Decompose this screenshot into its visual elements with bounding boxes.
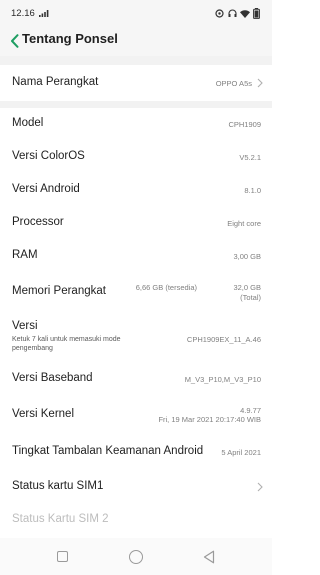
row-device-name[interactable]: Nama Perangkat OPPO A5s <box>0 65 272 101</box>
row-android-version: Versi Android 8.1.0 <box>0 174 272 207</box>
device-name-value: OPPO A5s <box>215 79 252 88</box>
storage-total-caption: (Total) <box>240 293 261 302</box>
circle-icon[interactable] <box>129 550 143 564</box>
square-icon[interactable] <box>57 551 68 562</box>
data-saver-icon <box>215 9 224 18</box>
chevron-right-icon <box>257 78 263 88</box>
title-bar: Tentang Ponsel <box>0 26 272 56</box>
row-version[interactable]: Versi Ketuk 7 kali untuk memasuki mode p… <box>0 312 272 362</box>
baseband-label: Versi Baseband <box>12 372 93 384</box>
chevron-right-icon <box>257 482 263 492</box>
row-security-patch: Tingkat Tambalan Keamanan Android 5 Apri… <box>0 434 272 470</box>
row-sim1-status[interactable]: Status kartu SIM1 <box>0 470 272 504</box>
status-time: 12.16 <box>11 8 35 19</box>
coloros-label: Versi ColorOS <box>12 150 85 162</box>
row-processor: Processor Eight core <box>0 207 272 240</box>
row-sim2-status: Status Kartu SIM 2 <box>0 504 272 538</box>
row-model: Model CPH1909 <box>0 108 272 141</box>
version-label: Versi <box>12 320 38 332</box>
sim1-status-label: Status kartu SIM1 <box>12 480 104 492</box>
status-bar: 12.16 <box>0 0 272 26</box>
row-coloros: Versi ColorOS V5.2.1 <box>0 141 272 174</box>
section-divider <box>0 56 272 65</box>
kernel-label: Versi Kernel <box>12 408 75 420</box>
version-value: CPH1909EX_11_A.46 <box>186 335 261 344</box>
security-patch-value: 5 April 2021 <box>221 448 261 457</box>
chevron-left-icon <box>10 34 18 48</box>
row-baseband: Versi Baseband M_V3_P10,M_V3_P10 <box>0 362 272 396</box>
page-title: Tentang Ponsel <box>22 31 118 46</box>
baseband-value: M_V3_P10,M_V3_P10 <box>184 375 261 384</box>
version-hint: Ketuk 7 kali untuk memasuki mode pengemb… <box>12 336 121 352</box>
coloros-value: V5.2.1 <box>239 153 261 162</box>
row-ram: RAM 3,00 GB <box>0 240 272 273</box>
storage-available: 6,66 GB (tersedia) <box>135 283 197 292</box>
row-kernel: Versi Kernel 4.9.77 Fri, 19 Mar 2021 20:… <box>0 396 272 434</box>
triangle-back-icon[interactable] <box>203 550 215 564</box>
kernel-build-date: Fri, 19 Mar 2021 20:17:40 WIB <box>158 415 261 424</box>
navigation-bar <box>0 538 272 575</box>
security-patch-label: Tingkat Tambalan Keamanan Android <box>12 445 204 457</box>
model-label: Model <box>12 117 44 129</box>
battery-icon <box>253 8 260 19</box>
android-version-value: 8.1.0 <box>244 186 261 195</box>
model-value: CPH1909 <box>228 120 261 129</box>
wifi-icon <box>240 9 250 18</box>
sim2-status-label: Status Kartu SIM 2 <box>12 513 109 525</box>
headset-icon <box>228 9 237 17</box>
storage-total: 32,0 GB <box>233 283 261 292</box>
row-device-storage: Memori Perangkat 6,66 GB (tersedia) 32,0… <box>0 273 272 312</box>
section-divider <box>0 101 272 108</box>
ram-label: RAM <box>12 249 38 261</box>
processor-label: Processor <box>12 216 64 228</box>
status-icons <box>214 8 260 19</box>
storage-label: Memori Perangkat <box>12 285 106 297</box>
android-version-label: Versi Android <box>12 183 80 195</box>
signal-icon <box>39 10 49 17</box>
back-button[interactable] <box>4 30 24 52</box>
processor-value: Eight core <box>227 219 261 228</box>
ram-value: 3,00 GB <box>233 252 261 261</box>
device-name-label: Nama Perangkat <box>12 76 99 88</box>
